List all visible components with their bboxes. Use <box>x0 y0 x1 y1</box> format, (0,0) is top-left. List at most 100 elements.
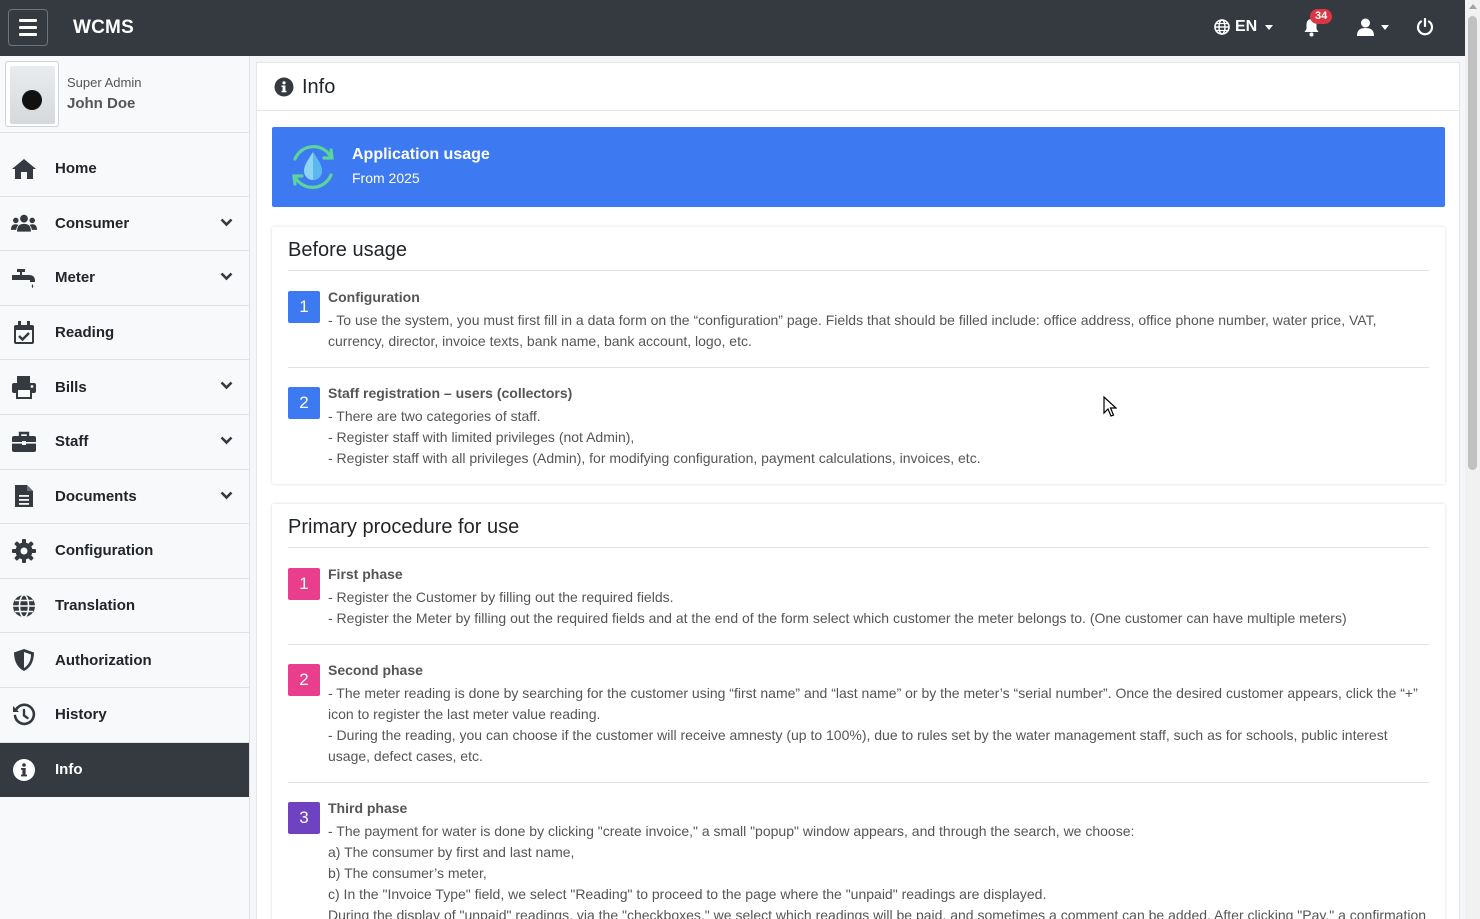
sidebar-item-configuration[interactable]: Configuration <box>0 524 249 579</box>
power-icon <box>1416 17 1434 36</box>
gear-icon <box>11 538 37 564</box>
globe-icon <box>11 593 37 619</box>
hamburger-bar <box>19 26 37 29</box>
app-usage-banner: Application usage From 2025 <box>272 127 1445 207</box>
step-title: Third phase <box>328 800 408 816</box>
sidebar-item-bills[interactable]: Bills <box>0 360 249 415</box>
user-menu-dropdown[interactable] <box>1357 18 1389 36</box>
chevron-down-icon <box>220 381 233 390</box>
sidebar-item-label: Translation <box>55 597 136 615</box>
step-description: - There are two categories of staff. - R… <box>328 406 1429 469</box>
divider <box>288 547 1429 548</box>
step-line: - The payment for water is done by click… <box>328 823 1135 839</box>
step-line: - The meter reading is done by searching… <box>328 685 1418 722</box>
step-line: a) The consumer by first and last name, <box>328 844 575 860</box>
user-name[interactable]: John Doe <box>67 95 135 112</box>
users-icon <box>11 210 37 236</box>
chevron-down-icon <box>220 272 233 281</box>
step-line: - During the reading, you can choose if … <box>328 727 1388 764</box>
history-icon <box>11 702 37 728</box>
sidebar-item-label: Home <box>55 160 97 178</box>
sidebar-item-label: Authorization <box>55 651 152 669</box>
globe-icon <box>1214 19 1230 35</box>
step-number-badge: 2 <box>288 664 320 696</box>
hamburger-menu-button[interactable] <box>8 9 48 46</box>
chevron-down-icon <box>220 436 233 445</box>
avatar-image-dot <box>22 90 42 110</box>
step-description: - The meter reading is done by searching… <box>328 683 1429 767</box>
sidebar-item-translation[interactable]: Translation <box>0 579 249 634</box>
divider <box>288 782 1429 783</box>
step-line: - Register staff with limited privileges… <box>328 429 635 445</box>
before-usage-card: Before usage 1 Configuration - To use th… <box>272 227 1445 484</box>
main-content: Info Application usage From 2025 Before … <box>256 62 1460 919</box>
chevron-down-icon <box>220 491 233 499</box>
step-description: - To use the system, you must first fill… <box>328 310 1429 352</box>
sidebar-item-history[interactable]: History <box>0 688 249 743</box>
step-description: - Register the Customer by filling out t… <box>328 587 1429 629</box>
divider <box>288 367 1429 368</box>
scrollbar-thumb[interactable] <box>1468 16 1477 470</box>
calendar-check-icon <box>11 320 37 346</box>
before-step-configuration: 1 Configuration - To use the system, you… <box>288 289 1429 351</box>
step-number-badge: 1 <box>288 291 320 323</box>
sidebar-item-staff[interactable]: Staff <box>0 415 249 470</box>
notification-count-badge: 34 <box>1310 9 1333 24</box>
step-line: - Register staff with all privileges (Ad… <box>328 450 981 466</box>
top-navbar: WCMS EN 34 <box>0 0 1480 56</box>
logout-button[interactable] <box>1416 17 1434 41</box>
faucet-icon <box>11 265 37 291</box>
hamburger-bar <box>19 19 37 22</box>
home-icon <box>11 156 37 182</box>
language-label: EN <box>1235 18 1258 35</box>
procedure-step-first-phase: 1 First phase - Register the Customer by… <box>288 566 1429 628</box>
sidebar-item-label: Consumer <box>55 214 130 232</box>
step-line: - Register the Customer by filling out t… <box>328 589 674 605</box>
briefcase-icon <box>11 429 37 455</box>
procedure-step-third-phase: 3 Third phase - The payment for water is… <box>288 800 1429 919</box>
sidebar-item-meter[interactable]: Meter <box>0 251 249 306</box>
sidebar-item-label: Info <box>55 761 83 779</box>
banner-subtitle: From 2025 <box>352 170 420 186</box>
sidebar-item-home[interactable]: Home <box>0 142 249 197</box>
sidebar-item-label: Configuration <box>55 542 154 560</box>
sidebar-item-documents[interactable]: Documents <box>0 470 249 525</box>
step-title: Configuration <box>328 289 420 305</box>
scroll-up-arrow-icon[interactable] <box>1469 4 1477 9</box>
sidebar-item-label: Bills <box>55 378 87 396</box>
step-number-badge: 1 <box>288 568 320 600</box>
file-icon <box>11 483 37 509</box>
sidebar-item-info[interactable]: Info <box>0 742 249 798</box>
step-title: Second phase <box>328 662 423 678</box>
sidebar-menu: Home Consumer Meter Reading Bills Staff <box>0 142 249 798</box>
sidebar-item-authorization[interactable]: Authorization <box>0 633 249 688</box>
divider <box>288 644 1429 645</box>
brand-logo-text[interactable]: WCMS <box>73 17 134 39</box>
page-scrollbar[interactable] <box>1465 0 1480 919</box>
caret-down-icon <box>1265 24 1274 30</box>
page-title: Info <box>302 76 336 98</box>
mouse-cursor-icon <box>1103 396 1117 417</box>
step-line: c) In the "Invoice Type" field, we selec… <box>328 886 1047 902</box>
before-step-staff-registration: 2 Staff registration – users (collectors… <box>288 385 1429 469</box>
step-line: - To use the system, you must first fill… <box>328 312 1377 349</box>
user-panel: Super Admin John Doe <box>0 56 249 133</box>
content-header: Info <box>257 63 1459 111</box>
user-role: Super Admin <box>67 75 142 90</box>
water-drop-refresh-icon <box>292 145 334 189</box>
step-description: - The payment for water is done by click… <box>328 821 1429 919</box>
language-dropdown[interactable]: EN <box>1214 18 1274 36</box>
sidebar-item-consumer[interactable]: Consumer <box>0 197 249 252</box>
primary-procedure-card: Primary procedure for use 1 First phase … <box>272 504 1445 919</box>
shield-icon <box>11 647 37 673</box>
sidebar: Super Admin John Doe Home Consumer Meter… <box>0 56 250 919</box>
step-line: - There are two categories of staff. <box>328 408 541 424</box>
user-icon <box>1357 18 1374 36</box>
sidebar-item-label: Meter <box>55 269 96 287</box>
sidebar-item-reading[interactable]: Reading <box>0 306 249 361</box>
printer-icon <box>11 374 37 400</box>
primary-procedure-heading: Primary procedure for use <box>288 516 520 538</box>
procedure-step-second-phase: 2 Second phase - The meter reading is do… <box>288 662 1429 767</box>
step-title: Staff registration – users (collectors) <box>328 385 573 401</box>
avatar[interactable] <box>5 61 59 127</box>
